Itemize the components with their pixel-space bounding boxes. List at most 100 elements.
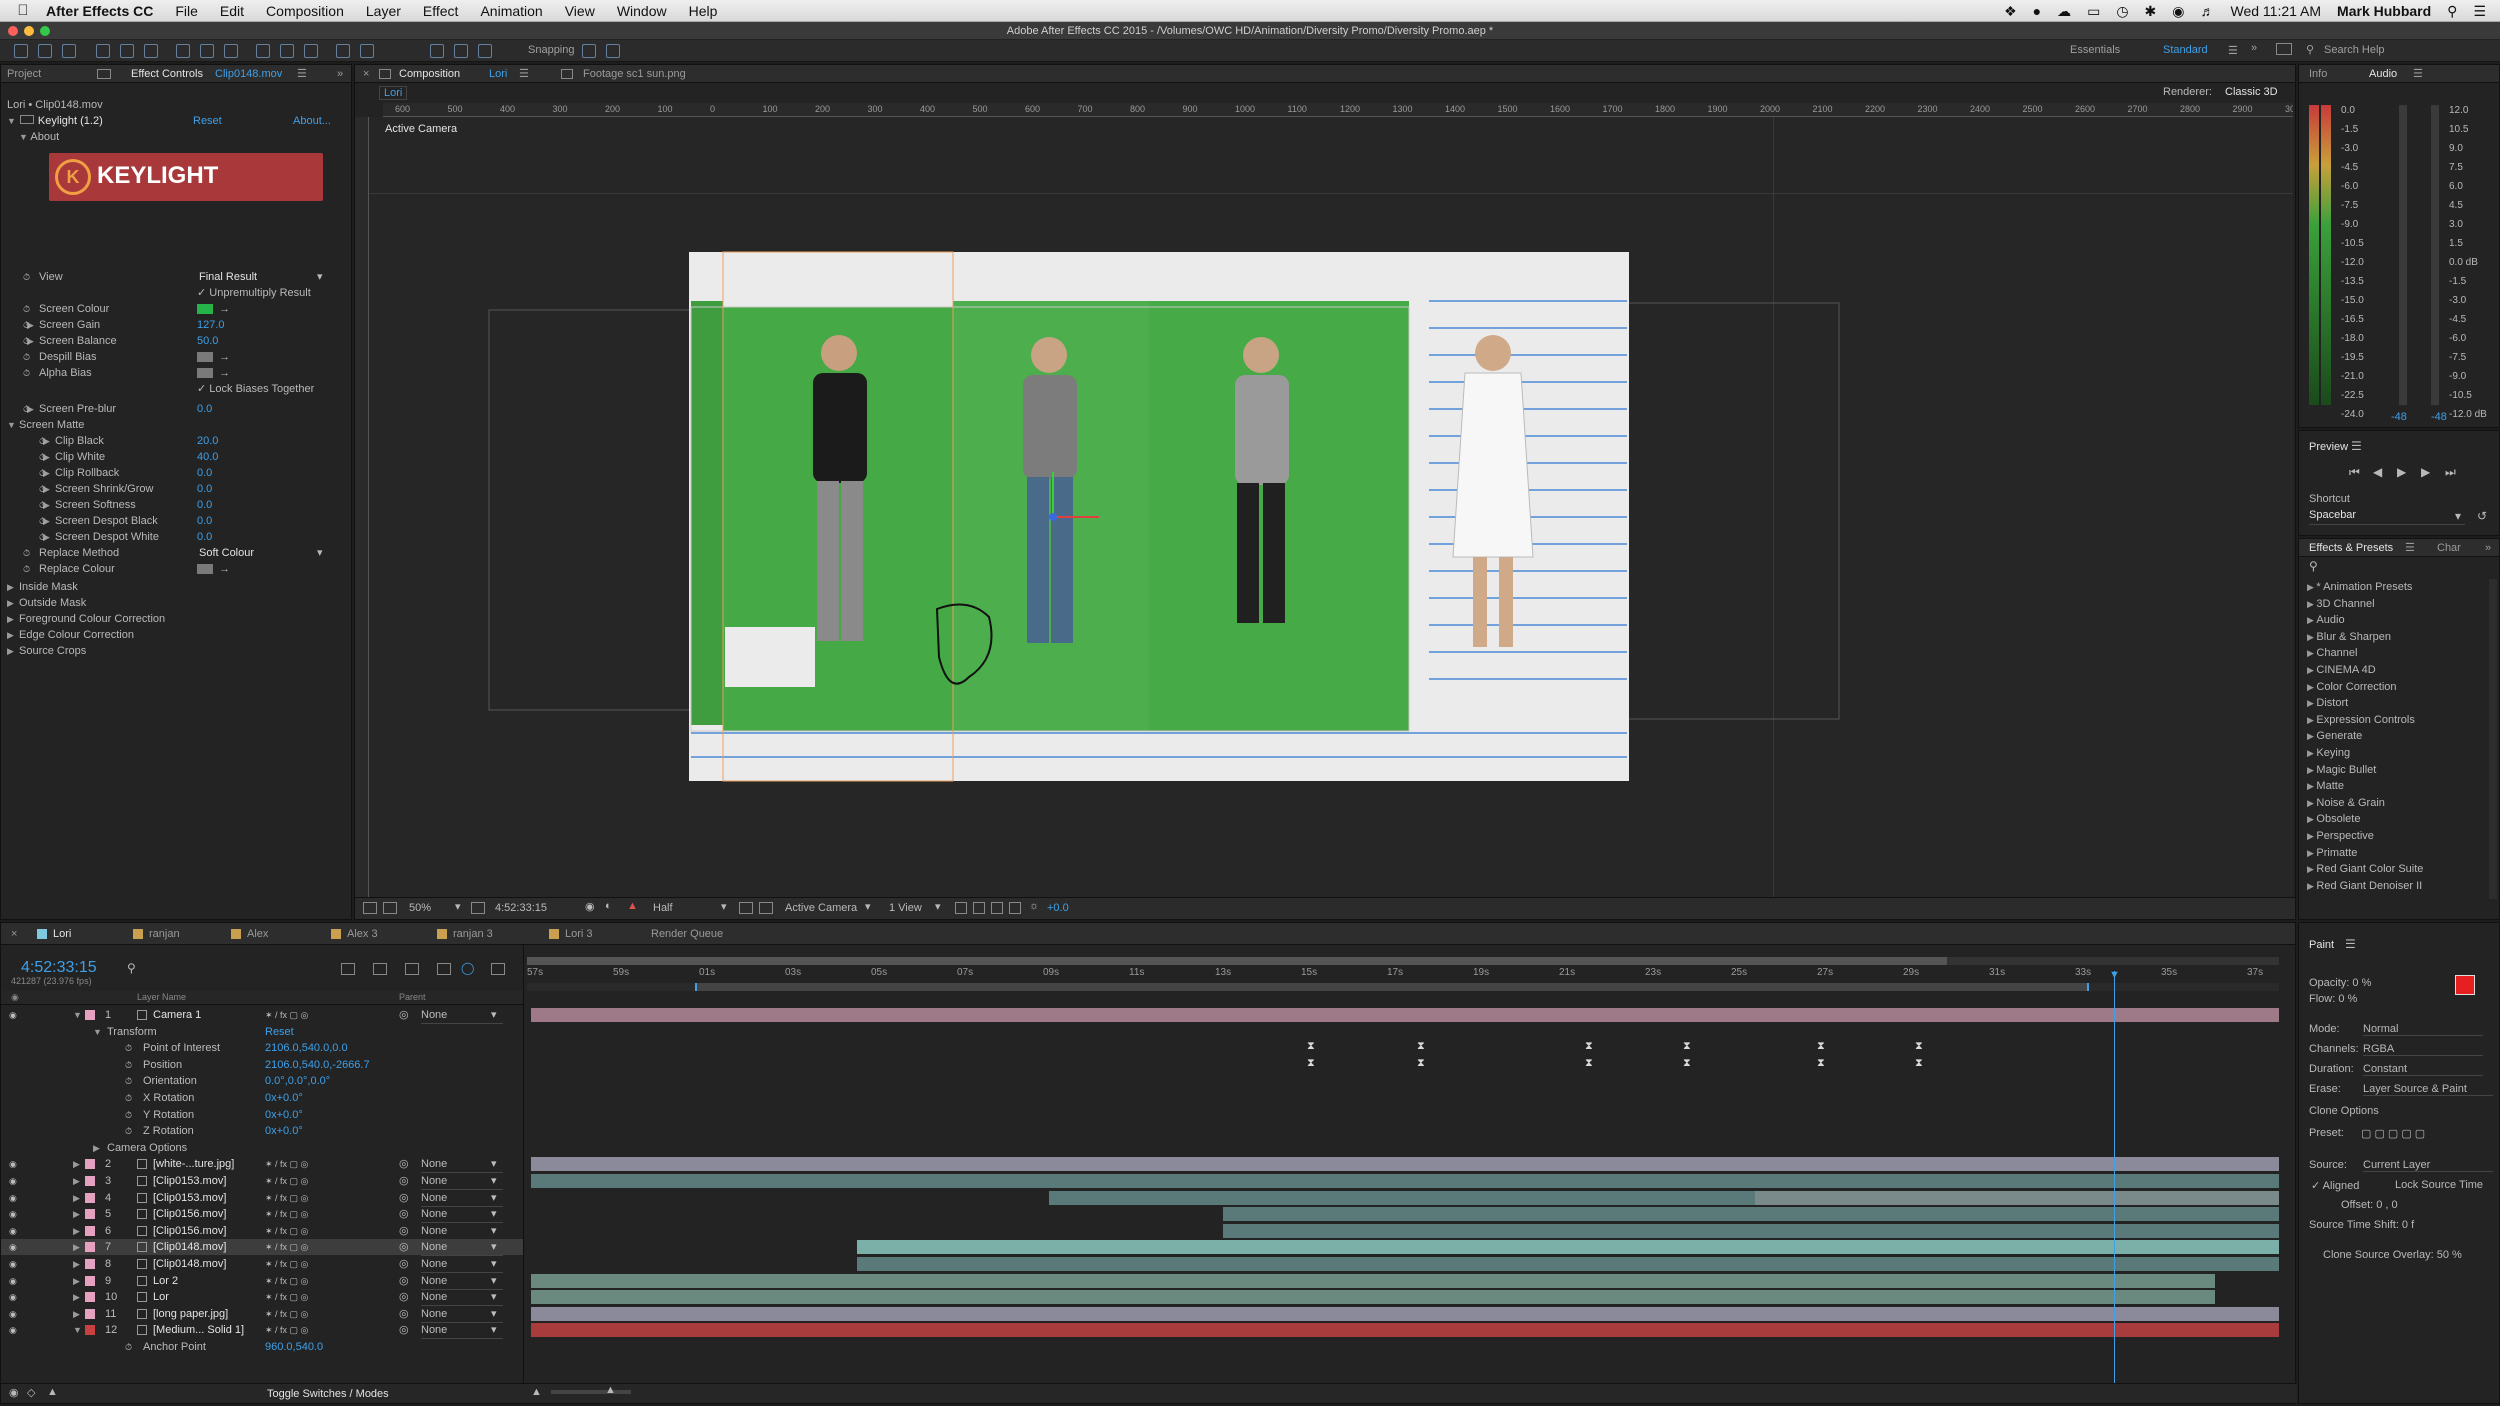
motion-blur-icon[interactable]: ◯ [461,961,474,975]
layer-switches-icon[interactable]: ✶ / fx ▢ ◎ [265,1322,308,1338]
paint-channels-dropdown[interactable]: RGBA [2363,1043,2483,1056]
timeline-timecode[interactable]: 4:52:33:15 [21,959,97,977]
type-tool-icon[interactable] [224,44,238,58]
effect-prop-value[interactable]: 0.0 [197,513,212,529]
color-swatch[interactable] [197,368,213,378]
footage-lock-icon[interactable] [561,69,573,79]
layer-switches-icon[interactable]: ✶ / fx ▢ ◎ [265,1273,308,1289]
layer-row[interactable]: ◉ ▶ 10 Lor ✶ / fx ▢ ◎ ◎ None ▾ [1,1289,523,1307]
about-section[interactable]: ▼ About [19,129,59,145]
paint-flow[interactable]: Flow: 0 % [2309,993,2357,1005]
foreground-color-swatch[interactable] [2455,975,2475,995]
notification-icon[interactable]: ☰ [2473,3,2486,20]
eye-icon[interactable]: ◉ [9,1256,17,1272]
timeline-search-icon[interactable]: ⚲ [127,961,136,975]
effect-prop-23[interactable]: ▶ Source Crops [1,643,341,659]
effect-prop-9[interactable]: ▼ Screen Matte [1,417,341,433]
effect-prop-14[interactable]: ▶ Screen Softness 0.0 ⏱ [1,497,341,513]
layer-switches-icon[interactable]: ◉ [9,1386,19,1399]
layer-switches-icon[interactable]: ✶ / fx ▢ ◎ [265,1190,308,1206]
effect-prop-12[interactable]: ▶ Clip Rollback 0.0 ⏱ [1,465,341,481]
layer-row[interactable]: ◉ ▶ 9 Lor 2 ✶ / fx ▢ ◎ ◎ None ▾ [1,1273,523,1290]
shape-tool-icon[interactable] [176,44,190,58]
source-time-shift[interactable]: Source Time Shift: 0 f [2309,1219,2414,1231]
local-axis-icon[interactable] [430,44,444,58]
layer-color-label[interactable] [85,1159,95,1170]
disclosure-triangle-icon[interactable]: ▶ [73,1239,80,1255]
clone-offset[interactable]: Offset: 0 , 0 [2341,1199,2398,1211]
eyedropper-icon[interactable]: → [219,301,230,317]
disclosure-triangle-icon[interactable]: ▶ [73,1156,80,1172]
paint-erase-dropdown[interactable]: Layer Source & Paint [2363,1083,2493,1096]
audio-slider-right[interactable] [2431,105,2439,405]
chevron-down-icon[interactable]: ▾ [317,269,323,285]
chevron-down-icon[interactable]: ▾ [491,1306,497,1322]
effects-category[interactable]: ▶ Blur & Sharpen [2307,629,2391,645]
layer-switches-icon[interactable]: ✶ / fx ▢ ◎ [265,1156,308,1172]
effect-prop-18[interactable]: Replace Colour → ⏱ [1,561,341,577]
layer-duration-bar[interactable] [531,1174,2279,1188]
resolution-chevron-icon[interactable]: ▾ [721,900,727,913]
stopwatch-icon[interactable]: ⏱ [23,317,30,333]
hand-tool-icon[interactable] [38,44,52,58]
effects-category[interactable]: ▶ Channel [2307,645,2357,661]
3d-view-dropdown[interactable]: Active Camera [785,902,857,914]
zoom-out-time-icon[interactable]: ▲ [531,1386,542,1398]
chevron-down-icon[interactable]: ▾ [491,1007,497,1023]
keyframe-icon[interactable]: ⧗ [1585,1040,1593,1053]
view-layout-chevron-icon[interactable]: ▾ [935,900,941,913]
chevron-down-icon[interactable]: ▾ [491,1273,497,1289]
chevron-down-icon[interactable]: ▾ [491,1173,497,1189]
layer-name[interactable]: [Medium... Solid 1] [153,1322,244,1338]
effect-prop-13[interactable]: ▶ Screen Shrink/Grow 0.0 ⏱ [1,481,341,497]
effects-category[interactable]: ▶ Audio [2307,612,2345,628]
channel-icon[interactable]: ▲ [627,900,638,912]
eye-icon[interactable]: ◉ [9,1156,17,1172]
stopwatch-icon[interactable]: ⏱ [39,529,46,545]
pen-tool-icon[interactable] [200,44,214,58]
layer-switches-icon[interactable]: ✶ / fx ▢ ◎ [265,1223,308,1239]
effect-reset-button[interactable]: Reset [193,113,222,129]
layer-color-label[interactable] [85,1176,95,1186]
layer-color-label[interactable] [85,1010,95,1020]
stopwatch-icon[interactable]: ⏱ [23,401,30,417]
effect-prop-6[interactable]: Alpha Bias → ⏱ [1,365,341,381]
menu-layer[interactable]: Layer [366,3,401,19]
pick-whip-icon[interactable]: ◎ [399,1223,409,1239]
transparency-grid-icon[interactable] [759,902,773,914]
eraser-tool-icon[interactable] [304,44,318,58]
roto-brush-tool-icon[interactable] [336,44,350,58]
layer-duration-bar[interactable] [1223,1207,2279,1222]
loop-icon[interactable]: ↺ [2477,509,2487,523]
effects-category[interactable]: ▶ Perspective [2307,828,2374,844]
tab-character[interactable]: Char [2437,539,2461,557]
timeline-tab[interactable]: ranjan 3 [437,923,493,945]
keyframe-icon[interactable]: ⧗ [1817,1057,1825,1070]
spotlight-icon[interactable]: ⚲ [2447,3,2457,20]
effect-prop-value[interactable]: 0.0 [197,497,212,513]
pick-whip-icon[interactable]: ◎ [399,1239,409,1255]
effects-category[interactable]: ▶ Noise & Grain [2307,795,2385,811]
cloud-icon[interactable]: ☁ [2057,3,2071,20]
disclosure-triangle-icon[interactable]: ▶ [2307,665,2316,675]
layer-duration-bar[interactable] [1223,1223,2279,1238]
layer-row[interactable]: ◉ ▶ 3 [Clip0153.mov] ✶ / fx ▢ ◎ ◎ None ▾ [1,1173,523,1190]
show-snapshot-icon[interactable]: ◐ [605,900,612,912]
current-time-indicator[interactable] [2114,971,2115,1391]
disclosure-triangle-icon[interactable]: ▶ [7,627,14,643]
fast-previews-icon[interactable] [973,902,985,914]
eyedropper-icon[interactable]: → [219,561,230,577]
layer-switches-icon[interactable]: ✶ / fx ▢ ◎ [265,1007,308,1023]
layer-property-row[interactable]: ⏱ Point of Interest 2106.0,540.0,0.0 [1,1040,523,1056]
comp-timecode[interactable]: 4:52:33:15 [495,902,547,914]
disclosure-triangle-icon[interactable]: ▶ [73,1273,80,1289]
paint-duration-dropdown[interactable]: Constant [2363,1063,2483,1076]
audio-menu-icon[interactable]: ☰ [2413,65,2423,83]
layer-property-row[interactable]: ⏱ Z Rotation 0x+0.0° [1,1123,523,1139]
stopwatch-icon[interactable]: ⏱ [125,1040,132,1056]
fx-toggle-icon[interactable] [19,115,34,124]
renderer-value[interactable]: Classic 3D [2225,86,2278,98]
time-zoom-slider[interactable] [551,1390,631,1394]
menu-file[interactable]: File [175,3,198,19]
effect-prop-checkbox[interactable]: ✓ Lock Biases Together [197,381,314,397]
